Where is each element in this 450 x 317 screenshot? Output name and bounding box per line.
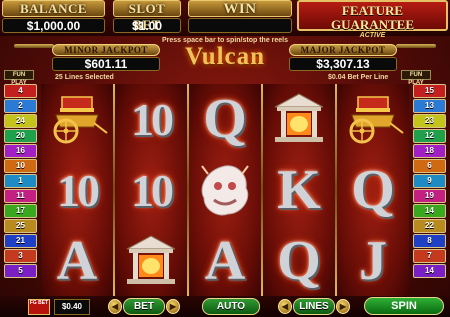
left-line-buttons: 4 2 24 20 16 10 1 11 17 25 21 3 5 (4, 84, 37, 279)
card-symbol: K (263, 155, 335, 225)
minor-jackpot-value: $601.11 (52, 57, 160, 71)
lines-button[interactable]: LINES (293, 298, 335, 315)
game-screen: BALANCE $1,000.00 SLOT BET $1.00 WIN FEA… (0, 0, 450, 317)
win-label: WIN (188, 0, 292, 17)
slot-bet-value: $1.00 (113, 18, 181, 33)
right-line-button[interactable]: 14 (413, 263, 446, 278)
left-line-button[interactable]: 11 (4, 188, 37, 203)
right-line-button[interactable]: 8 (413, 233, 446, 248)
fg-bet-label: FG BET (28, 299, 50, 315)
card-symbol-text: 10 (131, 93, 174, 145)
left-line-button[interactable]: 20 (4, 128, 37, 143)
card-symbol: A (41, 226, 113, 296)
major-jackpot: MAJOR JACKPOT $3,307.13 (289, 44, 397, 71)
left-line-button[interactable]: 4 (4, 84, 37, 98)
left-jackpot-rod (14, 44, 54, 48)
card-symbol-text: A (204, 230, 246, 292)
card-symbol-text: J (359, 230, 387, 292)
right-line-button[interactable]: 19 (413, 188, 446, 203)
chariot-symbol (41, 84, 113, 154)
balance-label: BALANCE (2, 0, 105, 17)
left-line-button[interactable]: 10 (4, 158, 37, 173)
left-line-button[interactable]: 2 (4, 98, 37, 113)
card-symbol: 10 (115, 84, 187, 154)
right-line-button[interactable]: 14 (413, 203, 446, 218)
auto-play-button[interactable]: AUTO PLAY (202, 298, 260, 317)
temple-symbol (115, 226, 187, 296)
right-line-button[interactable]: 6 (413, 158, 446, 173)
game-logo: Vulcan (184, 43, 266, 70)
card-symbol-text: Q (277, 230, 321, 292)
left-line-button[interactable]: 24 (4, 113, 37, 128)
minor-jackpot-label: MINOR JACKPOT (52, 44, 160, 56)
major-jackpot-label: MAJOR JACKPOT (289, 44, 397, 56)
reel: QJ (337, 84, 409, 296)
reel: QA (189, 84, 261, 296)
card-symbol-text: 10 (131, 164, 174, 216)
reel: KQ (263, 84, 335, 296)
left-line-button[interactable]: 25 (4, 218, 37, 233)
temple-symbol (263, 84, 335, 154)
vulcan-bonus-symbol (189, 155, 261, 225)
bet-increase-button[interactable]: ▶ (166, 299, 180, 314)
balance-value: $1,000.00 (2, 18, 105, 33)
reel: 10 A (41, 84, 113, 296)
right-line-button[interactable]: 13 (413, 98, 446, 113)
feature-guarantee-badge: FEATURE GUARANTEE ACTIVE (297, 0, 448, 39)
left-line-button[interactable]: 5 (4, 263, 37, 278)
card-symbol: Q (189, 84, 261, 154)
right-line-buttons: 15 13 23 12 18 6 9 19 14 22 8 7 14 (413, 84, 446, 279)
fg-bet-value: $0.40 (54, 299, 90, 315)
card-symbol-text: Q (203, 88, 247, 150)
right-line-button[interactable]: 23 (413, 113, 446, 128)
left-line-button[interactable]: 3 (4, 248, 37, 263)
right-jackpot-rod (396, 44, 436, 48)
slot-bet-panel: SLOT BET $1.00 (113, 0, 181, 33)
right-line-button[interactable]: 18 (413, 143, 446, 158)
win-value (188, 18, 292, 33)
card-symbol-text: A (56, 230, 98, 292)
card-symbol: 10 (115, 155, 187, 225)
reel: 10 10 (115, 84, 187, 296)
card-symbol: Q (337, 155, 409, 225)
card-symbol: A (189, 226, 261, 296)
slot-bet-label: SLOT BET (113, 0, 181, 32)
bet-decrease-button[interactable]: ◀ (108, 299, 122, 314)
card-symbol-text: K (277, 159, 321, 221)
left-line-button[interactable]: 21 (4, 233, 37, 248)
left-line-button[interactable]: 16 (4, 143, 37, 158)
lines-increase-button[interactable]: ▶ (336, 299, 350, 314)
bet-per-line-text: $0.04 Bet Per Line (328, 74, 389, 81)
right-line-button[interactable]: 15 (413, 84, 446, 98)
bet-button[interactable]: BET (123, 298, 165, 315)
left-line-button[interactable]: 1 (4, 173, 37, 188)
spin-button[interactable]: SPIN (364, 297, 444, 315)
win-panel: WIN (188, 0, 292, 33)
card-symbol: 10 (41, 155, 113, 225)
right-line-button[interactable]: 12 (413, 128, 446, 143)
lines-decrease-button[interactable]: ◀ (278, 299, 292, 314)
feature-title: FEATURE GUARANTEE (330, 3, 415, 32)
right-line-button[interactable]: 22 (413, 218, 446, 233)
fun-play-badge-right: FUN PLAY (401, 70, 431, 86)
card-symbol-text: Q (351, 159, 395, 221)
minor-jackpot: MINOR JACKPOT $601.11 (52, 44, 160, 71)
card-symbol: Q (263, 226, 335, 296)
right-line-button[interactable]: 9 (413, 173, 446, 188)
card-symbol: J (337, 226, 409, 296)
lines-selected-text: 25 Lines Selected (55, 74, 114, 81)
right-line-button[interactable]: 7 (413, 248, 446, 263)
balance-panel: BALANCE $1,000.00 (2, 0, 105, 33)
reels-area: 10 A 10 10 Q A K Q Q J (41, 84, 409, 296)
left-line-button[interactable]: 17 (4, 203, 37, 218)
chariot-symbol (337, 84, 409, 154)
major-jackpot-value: $3,307.13 (289, 57, 397, 71)
card-symbol-text: 10 (57, 164, 100, 216)
fun-play-badge-left: FUN PLAY (4, 70, 34, 86)
